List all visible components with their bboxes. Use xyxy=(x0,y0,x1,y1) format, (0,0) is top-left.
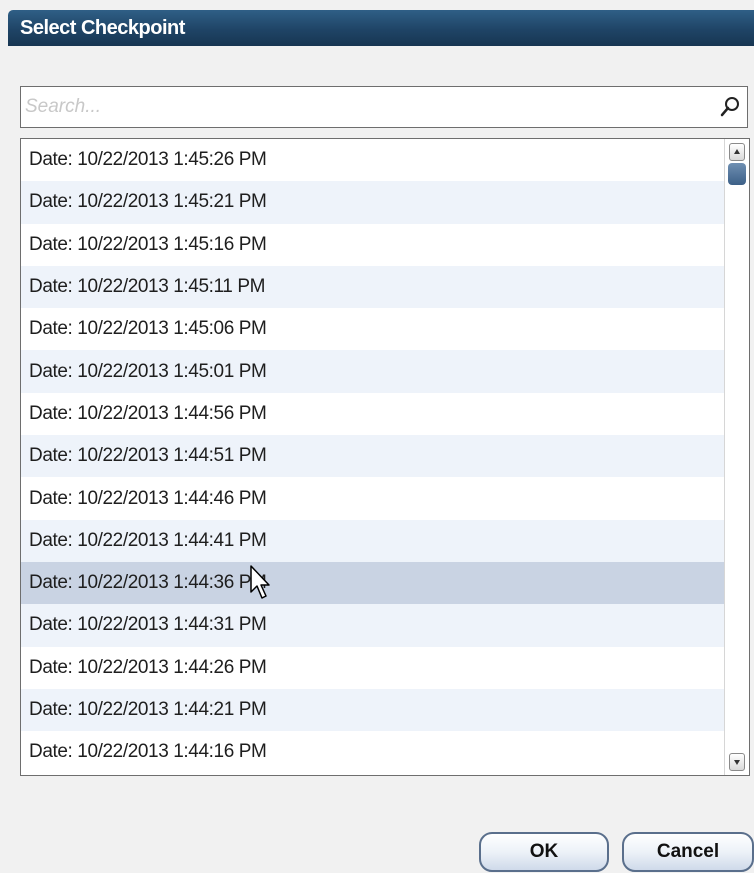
checkpoint-label: Date: 10/22/2013 1:45:11 PM xyxy=(29,276,266,298)
checkpoint-label: Date: 10/22/2013 1:44:51 PM xyxy=(29,445,267,467)
dialog-title: Select Checkpoint xyxy=(20,16,185,39)
checkpoint-row[interactable]: Date: 10/22/2013 1:44:56 PM xyxy=(21,392,724,436)
checkpoint-row[interactable]: Date: 10/22/2013 1:44:21 PM xyxy=(21,688,724,732)
scroll-down-button[interactable] xyxy=(729,753,745,771)
checkpoint-label: Date: 10/22/2013 1:45:21 PM xyxy=(29,191,267,213)
search-box[interactable] xyxy=(20,86,748,128)
dialog-title-bar[interactable]: Select Checkpoint xyxy=(8,10,754,46)
checkpoint-label: Date: 10/22/2013 1:44:26 PM xyxy=(29,656,267,678)
checkpoint-label: Date: 10/22/2013 1:45:06 PM xyxy=(29,318,267,340)
vertical-scrollbar[interactable] xyxy=(724,139,749,775)
checkpoint-label: Date: 10/22/2013 1:44:16 PM xyxy=(29,741,267,763)
scroll-up-button[interactable] xyxy=(729,143,745,161)
checkpoint-row[interactable]: Date: 10/22/2013 1:45:26 PM xyxy=(21,139,724,182)
search-icon[interactable] xyxy=(719,96,741,118)
checkpoint-row[interactable]: Date: 10/22/2013 1:44:26 PM xyxy=(21,646,724,689)
checkpoint-row[interactable]: Date: 10/22/2013 1:44:51 PM xyxy=(21,435,724,478)
checkpoint-label: Date: 10/22/2013 1:45:01 PM xyxy=(29,360,267,382)
checkpoint-row[interactable]: Date: 10/22/2013 1:45:01 PM xyxy=(21,350,724,393)
checkpoint-row[interactable]: Date: 10/22/2013 1:44:46 PM xyxy=(21,477,724,520)
mouse-cursor-icon xyxy=(250,565,270,599)
checkpoint-row[interactable]: Date: 10/22/2013 1:44:36 PM xyxy=(21,561,724,605)
checkpoint-row[interactable]: Date: 10/22/2013 1:45:16 PM xyxy=(21,223,724,266)
checkpoint-label: Date: 10/22/2013 1:44:31 PM xyxy=(29,614,267,636)
checkpoint-label: Date: 10/22/2013 1:44:36 PM xyxy=(29,572,267,594)
ok-button[interactable]: OK xyxy=(479,832,609,872)
checkpoint-row[interactable]: Date: 10/22/2013 1:45:21 PM xyxy=(21,181,724,224)
checkpoint-label: Date: 10/22/2013 1:44:21 PM xyxy=(29,699,267,720)
checkpoint-row[interactable]: Date: 10/22/2013 1:44:31 PM xyxy=(21,604,724,647)
checkpoint-row[interactable]: Date: 10/22/2013 1:45:06 PM xyxy=(21,308,724,351)
arrow-up-icon xyxy=(734,149,740,154)
checkpoint-label: Date: 10/22/2013 1:44:46 PM xyxy=(29,487,267,509)
cancel-button[interactable]: Cancel xyxy=(622,832,754,872)
checkpoint-label: Date: 10/22/2013 1:44:41 PM xyxy=(29,529,267,551)
checkpoint-row[interactable]: Date: 10/22/2013 1:44:16 PM xyxy=(21,731,724,774)
checkpoint-row[interactable]: Date: 10/22/2013 1:45:11 PM xyxy=(21,265,724,309)
checkpoint-label: Date: 10/22/2013 1:45:26 PM xyxy=(29,149,267,171)
search-input[interactable] xyxy=(25,91,705,123)
checkpoint-label: Date: 10/22/2013 1:45:16 PM xyxy=(29,233,267,255)
checkpoint-list[interactable]: Date: 10/22/2013 1:45:26 PM Date: 10/22/2… xyxy=(20,138,750,776)
checkpoint-rows: Date: 10/22/2013 1:45:26 PM Date: 10/22/2… xyxy=(21,139,724,774)
arrow-down-icon xyxy=(734,760,740,765)
checkpoint-row[interactable]: Date: 10/22/2013 1:44:41 PM xyxy=(21,519,724,562)
checkpoint-label: Date: 10/22/2013 1:44:56 PM xyxy=(29,402,267,424)
scroll-thumb[interactable] xyxy=(728,163,746,185)
